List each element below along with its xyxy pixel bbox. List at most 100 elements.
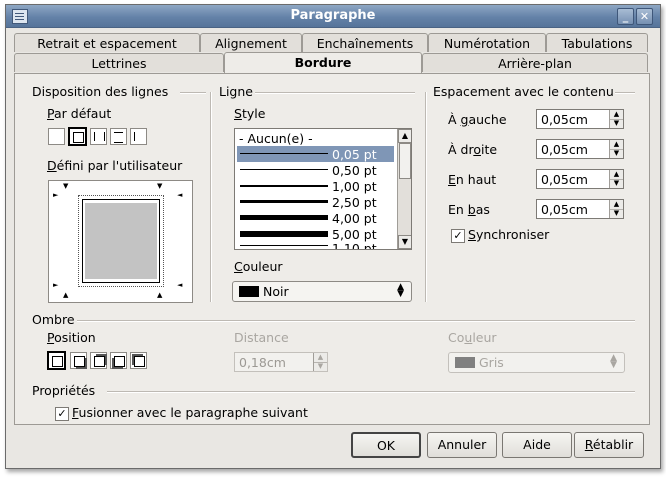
- paragraph-dialog: Paragraphe _ ✕ Retrait et espacement Ali…: [5, 4, 661, 469]
- line-style-list[interactable]: - Aucun(e) - 0,05 pt 0,50 pt 1,00 pt 2,5…: [234, 128, 412, 250]
- style-label: Style: [234, 106, 266, 121]
- borders-panel: Disposition des lignes Par défaut Défini…: [14, 73, 650, 425]
- shadow-bottom-right[interactable]: [70, 352, 87, 369]
- preview-paragraph: [85, 203, 157, 279]
- tab-drop-caps[interactable]: Lettrines: [14, 53, 224, 72]
- shadow-distance-label: Distance: [234, 330, 289, 345]
- vertical-separator: [425, 92, 427, 302]
- tab-row-bottom: Lettrines Bordure Arrière-plan: [14, 52, 650, 73]
- right-spacing-spin[interactable]: 0,05cm ▲ ▼: [536, 139, 624, 159]
- top-spacing-label: En haut: [448, 172, 497, 187]
- user-defined-label: Défini par l'utilisateur: [47, 158, 183, 173]
- shadow-color-swatch: [455, 357, 475, 368]
- shadow-heading: Ombre: [32, 312, 75, 327]
- tab-text-flow[interactable]: Enchaînements: [302, 33, 428, 52]
- tab-indents-spacing[interactable]: Retrait et espacement: [14, 33, 200, 52]
- arrow-down-icon: ▼: [157, 182, 163, 190]
- default-label: Par défaut: [47, 106, 112, 121]
- bottom-spacing-spin[interactable]: 0,05cm ▲ ▼: [536, 199, 624, 219]
- preset-left-only[interactable]: [130, 128, 147, 145]
- tab-numbering[interactable]: Numérotation: [428, 33, 546, 52]
- tab-borders[interactable]: Bordure: [224, 52, 422, 73]
- style-list-scrollbar[interactable]: ▲ ▼: [397, 129, 411, 249]
- spacing-heading: Espacement avec le contenu: [433, 84, 614, 99]
- shadow-top-right[interactable]: [90, 352, 107, 369]
- merge-with-next-label: Fusionner avec le paragraphe suivant: [72, 405, 308, 420]
- scroll-up-button[interactable]: ▲: [398, 129, 411, 143]
- close-icon: ✕: [639, 10, 650, 23]
- decrease-icon[interactable]: ▼: [610, 119, 623, 128]
- arrow-up-icon: ▲: [157, 291, 163, 299]
- arrow-right-icon: ►: [53, 281, 59, 289]
- decrease-icon[interactable]: ▼: [610, 179, 623, 188]
- scroll-thumb[interactable]: [399, 143, 411, 179]
- line-heading: Ligne: [219, 84, 253, 99]
- shadow-distance-spin[interactable]: 0,18cm ▲ ▼: [234, 352, 328, 372]
- synchronize-label: Synchroniser: [468, 227, 550, 242]
- arrow-left-icon: ◄: [177, 281, 183, 289]
- left-spacing-spin[interactable]: 0,05cm ▲ ▼: [536, 109, 624, 129]
- synchronize-checkbox[interactable]: ✓: [451, 229, 465, 243]
- tab-background[interactable]: Arrière-plan: [422, 53, 648, 72]
- shadow-color-select[interactable]: Gris ▲ ▼: [448, 352, 625, 373]
- style-0-50pt[interactable]: 0,50 pt: [237, 162, 394, 178]
- merge-with-next-checkbox[interactable]: ✓: [55, 407, 69, 421]
- line-color-select[interactable]: Noir ▲ ▼: [232, 281, 412, 302]
- decrease-icon[interactable]: ▼: [314, 362, 327, 371]
- top-spacing-spin[interactable]: 0,05cm ▲ ▼: [536, 169, 624, 189]
- minimize-button[interactable]: _: [617, 8, 634, 25]
- decrease-icon[interactable]: ▼: [610, 149, 623, 158]
- minimize-icon: _: [622, 10, 629, 23]
- right-spacing-label: À droite: [448, 142, 498, 157]
- shadow-position-label: Position: [47, 330, 96, 345]
- style-4-00pt[interactable]: 4,00 pt: [237, 210, 394, 226]
- close-button[interactable]: ✕: [636, 8, 653, 25]
- shadow-top-left[interactable]: [130, 352, 147, 369]
- style-0-05pt[interactable]: 0,05 pt: [237, 146, 394, 162]
- preset-top-bottom[interactable]: [110, 128, 127, 145]
- style-1-10pt[interactable]: 1,10 pt: [237, 241, 394, 249]
- left-spacing-label: À gauche: [448, 112, 507, 127]
- combo-arrow-icon: ▲ ▼: [397, 282, 404, 299]
- style-5-00pt[interactable]: 5,00 pt: [237, 226, 394, 242]
- style-2-50pt[interactable]: 2,50 pt: [237, 194, 394, 210]
- arrow-right-icon: ►: [53, 191, 59, 199]
- decrease-icon[interactable]: ▼: [610, 209, 623, 218]
- shadow-separator: [77, 320, 635, 322]
- border-preview[interactable]: ▼ ▼ ▲ ▲ ► ◄ ► ◄: [48, 180, 193, 303]
- check-icon: ✓: [453, 229, 463, 242]
- ok-button[interactable]: OK: [351, 432, 421, 458]
- properties-heading: Propriétés: [32, 383, 96, 398]
- line-color-swatch: [239, 286, 259, 297]
- title-bar[interactable]: Paragraphe _ ✕: [6, 5, 660, 28]
- line-arrangement-separator: [180, 92, 206, 94]
- line-separator: [255, 92, 415, 94]
- arrow-left-icon: ◄: [177, 191, 183, 199]
- line-color-label: Couleur: [234, 259, 283, 274]
- preset-left-right[interactable]: [90, 128, 107, 145]
- shadow-color-label: Couleur: [448, 330, 497, 345]
- cancel-button[interactable]: Annuler: [427, 432, 497, 458]
- check-icon: ✓: [57, 407, 67, 420]
- style-1-00pt[interactable]: 1,00 pt: [237, 178, 394, 194]
- tab-tabs[interactable]: Tabulations: [546, 33, 648, 52]
- preset-no-borders[interactable]: [48, 128, 65, 145]
- window-title: Paragraphe: [290, 8, 376, 23]
- shadow-none[interactable]: [47, 351, 66, 370]
- preset-all-borders[interactable]: [68, 127, 87, 146]
- style-none[interactable]: - Aucun(e) -: [237, 130, 394, 146]
- properties-separator: [107, 391, 635, 393]
- reset-button[interactable]: Rétablir: [574, 432, 644, 458]
- combo-arrow-icon: ▲ ▼: [610, 353, 617, 370]
- spacing-separator: [615, 92, 635, 94]
- arrow-up-icon: ▲: [63, 291, 69, 299]
- scroll-down-button[interactable]: ▼: [398, 235, 411, 249]
- tab-alignment[interactable]: Alignement: [200, 33, 302, 52]
- tab-row-top: Retrait et espacement Alignement Enchaîn…: [14, 33, 650, 53]
- line-arrangement-heading: Disposition des lignes: [32, 84, 169, 99]
- arrow-down-icon: ▼: [63, 182, 69, 190]
- shadow-bottom-left[interactable]: [110, 352, 127, 369]
- bottom-spacing-label: En bas: [448, 202, 490, 217]
- vertical-separator: [210, 92, 212, 302]
- help-button[interactable]: Aide: [502, 432, 572, 458]
